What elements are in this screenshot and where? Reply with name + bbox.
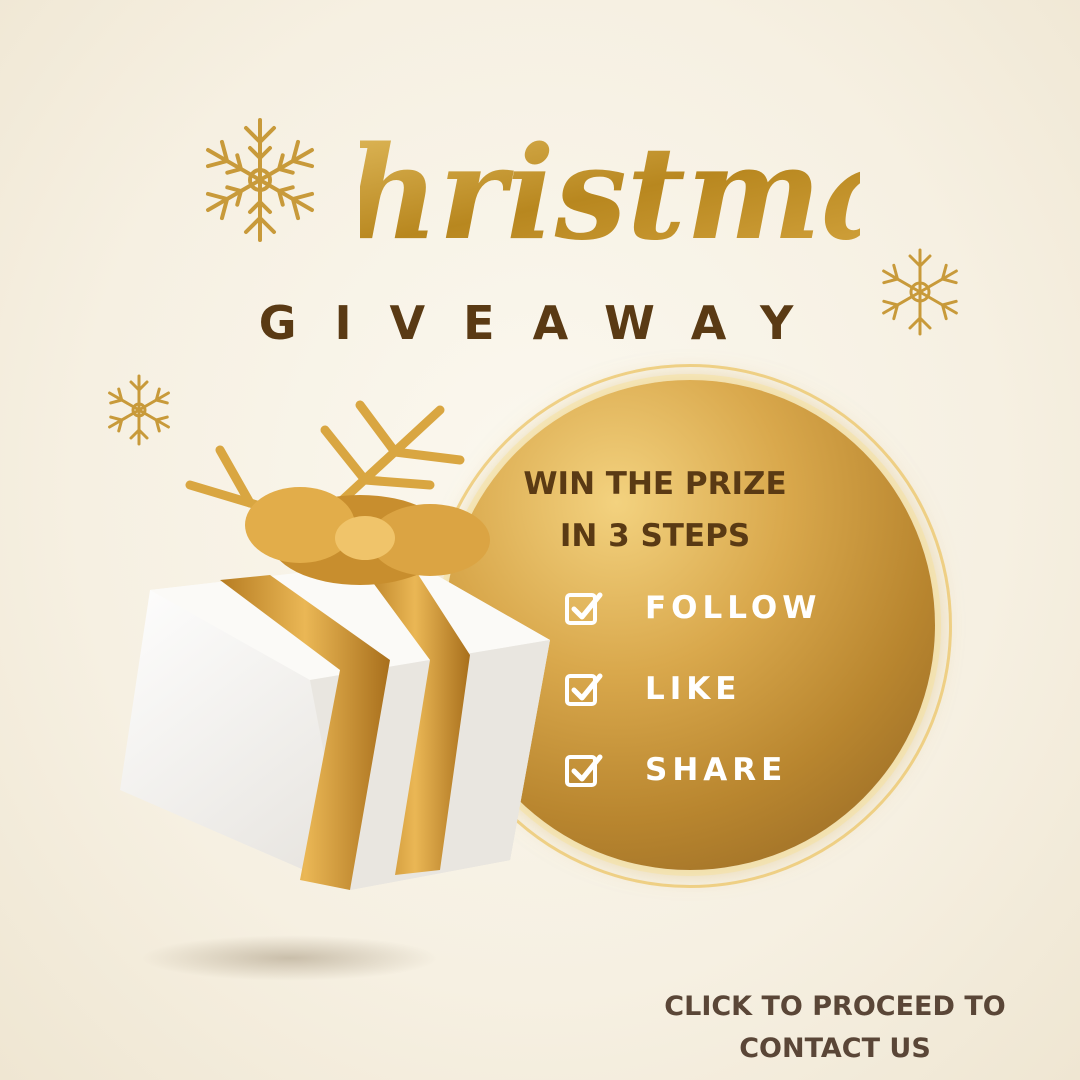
title-text: Christmas xyxy=(360,119,860,269)
cta-line1: CLICK TO PROCEED TO xyxy=(664,991,1006,1022)
cta-line2: CONTACT US xyxy=(739,1033,931,1064)
step-label: LIKE xyxy=(645,671,742,707)
checkbox-checked-icon xyxy=(565,754,603,787)
step-label: SHARE xyxy=(645,752,788,788)
step-like: LIKE xyxy=(565,667,742,711)
checkbox-checked-icon xyxy=(565,673,603,706)
contact-us-link[interactable]: CLICK TO PROCEED TO CONTACT US xyxy=(620,986,1050,1070)
checkbox-checked-icon xyxy=(565,592,603,625)
snowflake-icon xyxy=(199,118,321,242)
giveaway-subtitle: GIVEAWAY xyxy=(258,296,832,350)
snowflake-icon xyxy=(877,248,963,336)
giveaway-poster: { "title": "Christmas", "subtitle": "GIV… xyxy=(0,0,1080,1080)
gift-box-icon xyxy=(120,400,550,890)
gift-shadow xyxy=(140,935,440,981)
christmas-title: Christmas xyxy=(360,119,860,269)
step-share: SHARE xyxy=(565,748,787,792)
step-label: FOLLOW xyxy=(645,590,822,626)
step-follow: FOLLOW xyxy=(565,586,821,630)
